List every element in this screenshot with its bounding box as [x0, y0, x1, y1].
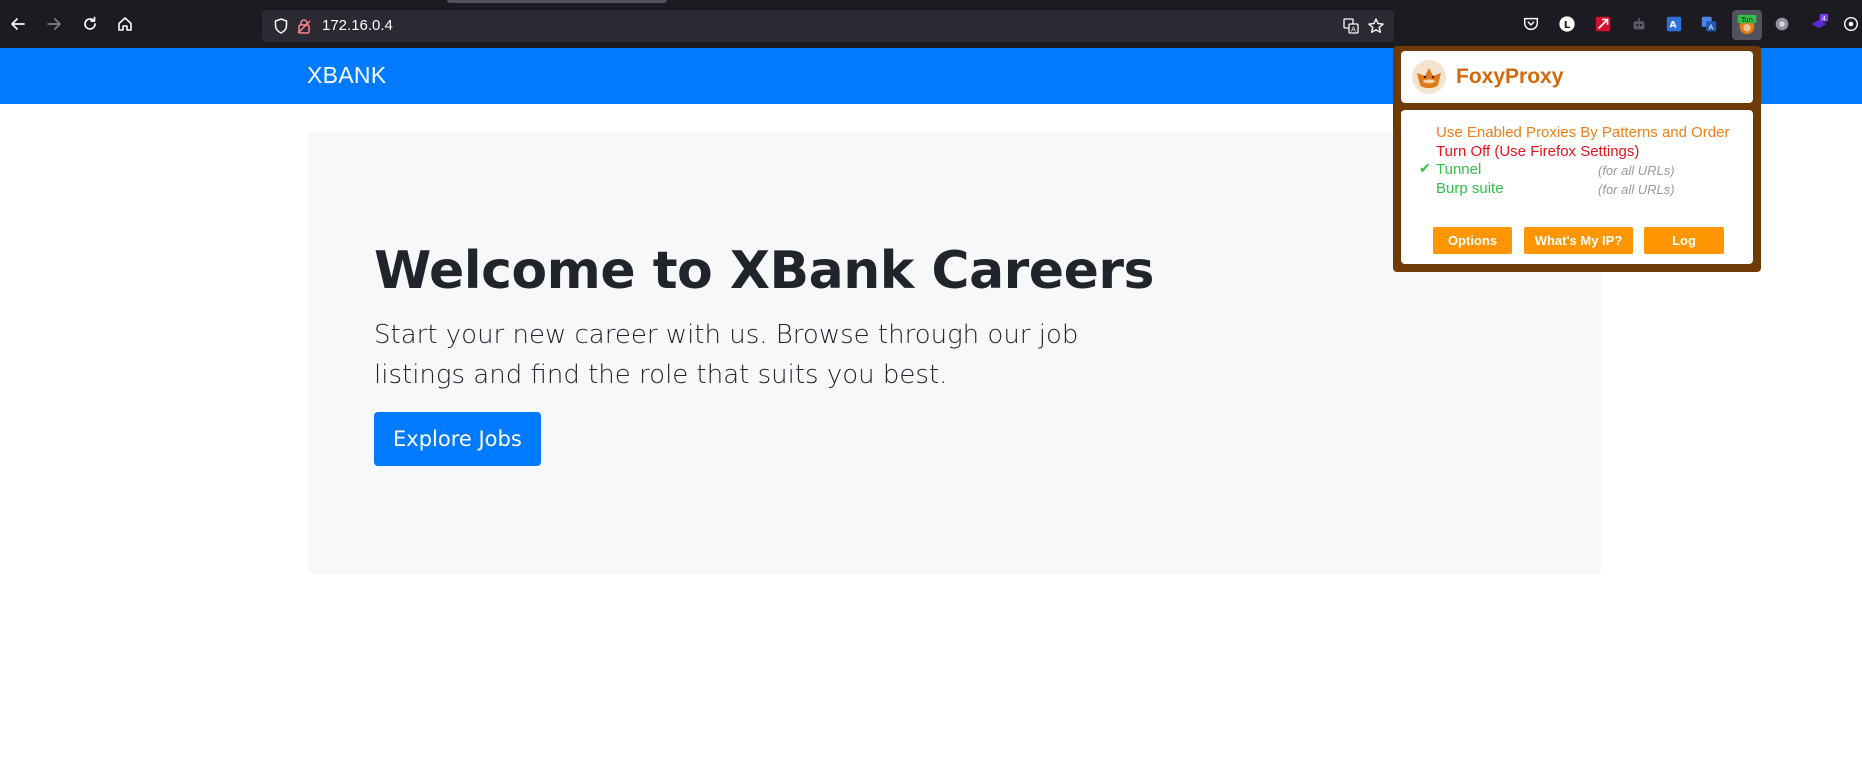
- reload-icon: [84, 16, 96, 30]
- foxyproxy-header: FoxyProxy: [1401, 51, 1753, 103]
- insecure-lock-icon[interactable]: [295, 17, 313, 35]
- foxyproxy-logo-icon: [1412, 60, 1446, 94]
- back-arrow-icon: [11, 18, 25, 30]
- proxy-tunnel-note: (for all URLs): [1598, 163, 1675, 178]
- foxyproxy-popup: FoxyProxy Use Enabled Proxies By Pattern…: [1393, 46, 1761, 272]
- translate-icon[interactable]: A: [1663, 13, 1685, 35]
- red-extension-icon[interactable]: [1592, 13, 1614, 35]
- foxyproxy-icon: Tun: [1737, 14, 1757, 35]
- foxyproxy-title: FoxyProxy: [1456, 65, 1564, 88]
- svg-text:A: A: [1709, 22, 1714, 31]
- explore-jobs-button[interactable]: Explore Jobs: [374, 412, 541, 466]
- foxyproxy-menu: Use Enabled Proxies By Patterns and Orde…: [1401, 110, 1753, 264]
- forward-arrow-icon: [47, 18, 61, 30]
- l-extension-icon[interactable]: L: [1556, 13, 1578, 35]
- translate-page-icon[interactable]: A: [1342, 17, 1360, 35]
- browser-toolbar: 172.16.0.4 A L A A Tun 4: [0, 0, 1862, 48]
- brand-logo-text[interactable]: XBANK: [307, 62, 386, 89]
- svg-text:A: A: [1670, 21, 1677, 31]
- proxy-mode-off[interactable]: Turn Off (Use Firefox Settings): [1436, 143, 1639, 160]
- pocket-icon[interactable]: [1520, 13, 1542, 35]
- address-bar[interactable]: 172.16.0.4 A: [262, 10, 1394, 42]
- back-button[interactable]: [6, 12, 30, 36]
- home-button[interactable]: [113, 12, 137, 36]
- notification-badge-count: 4: [1822, 15, 1826, 22]
- selected-check-icon: ✔: [1419, 160, 1431, 176]
- proxy-mode-patterns[interactable]: Use Enabled Proxies By Patterns and Orde…: [1436, 124, 1729, 141]
- svg-text:A: A: [1351, 26, 1356, 34]
- shield-icon[interactable]: [272, 17, 290, 35]
- grey-circle-icon[interactable]: [1771, 13, 1793, 35]
- proxy-burp-note: (for all URLs): [1598, 182, 1675, 197]
- svg-text:L: L: [1564, 20, 1571, 31]
- whats-my-ip-button[interactable]: What's My IP?: [1524, 227, 1633, 254]
- purple-extension-icon[interactable]: 4: [1808, 13, 1830, 35]
- translate-alt-icon[interactable]: A: [1698, 13, 1720, 35]
- svg-text:Tun: Tun: [1740, 16, 1753, 24]
- reload-button[interactable]: [78, 12, 102, 36]
- url-text[interactable]: 172.16.0.4: [322, 17, 393, 34]
- forward-button[interactable]: [42, 12, 66, 36]
- foxy-log-button[interactable]: Log: [1644, 227, 1724, 254]
- bookmark-star-icon[interactable]: [1367, 17, 1385, 35]
- puzzle-icon[interactable]: [1840, 13, 1862, 35]
- tab-strip-edge: [447, 0, 667, 3]
- robot-icon[interactable]: [1628, 13, 1650, 35]
- proxy-burp-suite[interactable]: Burp suite: [1436, 180, 1504, 197]
- foxy-options-button[interactable]: Options: [1433, 227, 1512, 254]
- hero-title: Welcome to XBank Careers: [374, 241, 1154, 301]
- proxy-tunnel[interactable]: Tunnel: [1436, 161, 1481, 178]
- home-icon: [118, 17, 132, 31]
- foxyproxy-toolbar-button[interactable]: Tun: [1732, 10, 1762, 40]
- hero-lead-text: Start your new career with us. Browse th…: [374, 320, 1079, 390]
